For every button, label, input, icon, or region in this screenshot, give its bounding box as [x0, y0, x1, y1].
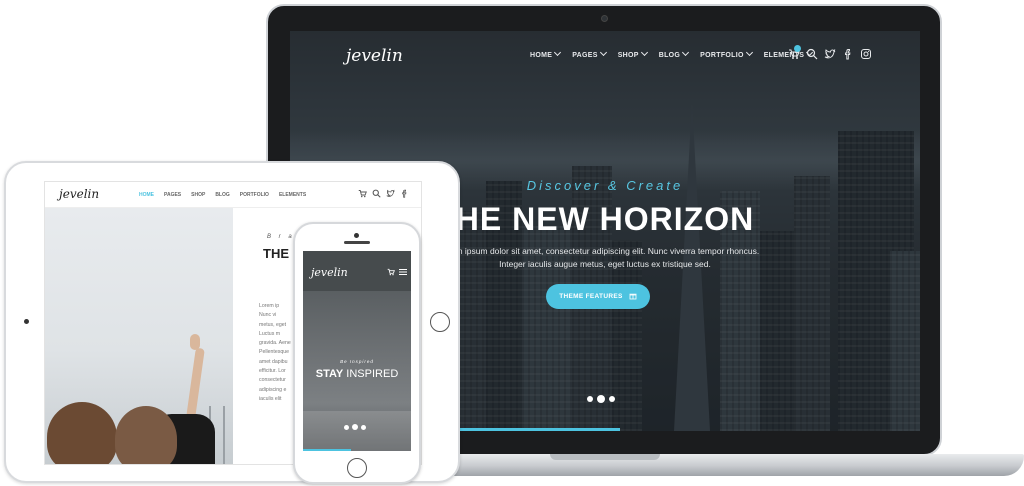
- desk-photo: [303, 411, 411, 451]
- section-paragraph: Lorem ip Nunc vi metus, eget Luctus m gr…: [259, 302, 291, 404]
- paragraph-line: consectetur: [259, 377, 286, 384]
- paragraph-line: iaculis elit: [259, 395, 282, 402]
- phone-navbar: jevelin: [303, 251, 411, 291]
- menu-item-portfolio[interactable]: PORTFOLIO: [700, 48, 753, 59]
- paragraph-line: adipiscing e: [259, 386, 287, 393]
- site-logo[interactable]: jevelin: [346, 46, 403, 66]
- chevron-down-icon: [599, 48, 607, 57]
- title-rest: INSPIRED: [343, 368, 399, 380]
- menu-item-pages[interactable]: PAGES: [572, 48, 607, 59]
- paragraph-line: gravida. Aene: [259, 340, 291, 347]
- slider-dot-active[interactable]: [352, 424, 358, 430]
- laptop-opening-notch: [550, 454, 660, 460]
- menu-item-shop[interactable]: SHOP: [617, 48, 648, 59]
- cart-badge: [794, 45, 801, 52]
- slider-dot[interactable]: [344, 424, 349, 430]
- laptop-camera: [601, 15, 608, 22]
- laptop-navbar: jevelin HOME PAGES SHOP BLOG PORTFOLIO E…: [290, 31, 920, 83]
- girl-hair-right: [115, 406, 177, 464]
- paragraph-line: metus, eget: [259, 321, 287, 328]
- paragraph-line: Nunc vi: [259, 312, 277, 319]
- phone-slider-pagination: [344, 424, 366, 430]
- search-icon[interactable]: [806, 48, 818, 60]
- raised-arm: [186, 347, 205, 419]
- gift-icon: [629, 294, 637, 300]
- facebook-icon[interactable]: [400, 189, 409, 201]
- menu-item-home[interactable]: HOME: [530, 48, 562, 59]
- slider-dot[interactable]: [361, 424, 366, 430]
- phone: jevelin Be Inspired STAY INSPIRED: [293, 222, 421, 484]
- device-mockup-scene: jevelin HOME PAGES SHOP BLOG PORTFOLIO E…: [0, 0, 1024, 486]
- phone-home-button[interactable]: [347, 458, 367, 478]
- menu-label: PAGES: [572, 52, 598, 59]
- cart-icon[interactable]: [358, 189, 367, 201]
- twitter-icon[interactable]: [824, 48, 836, 60]
- tablet-main-menu: HOME PAGES SHOP BLOG PORTFOLIO ELEMENTS: [139, 192, 306, 198]
- search-icon[interactable]: [372, 189, 381, 201]
- laptop-main-menu: HOME PAGES SHOP BLOG PORTFOLIO ELEMENTS: [530, 48, 814, 59]
- site-logo[interactable]: jevelin: [59, 187, 99, 201]
- girl-hair-left: [47, 402, 117, 464]
- phone-speaker: [344, 241, 370, 244]
- chevron-down-icon: [682, 48, 690, 57]
- slider-dot[interactable]: [609, 396, 615, 402]
- theme-features-button[interactable]: THEME FEATURES: [546, 284, 650, 309]
- menu-label: HOME: [530, 52, 553, 59]
- paragraph-line: Lorem ip: [259, 303, 280, 309]
- slider-dot-active[interactable]: [597, 395, 605, 403]
- phone-hero-title: STAY INSPIRED: [303, 368, 411, 380]
- cart-icon[interactable]: [387, 268, 395, 280]
- phone-hero-kicker: Be Inspired: [340, 359, 374, 364]
- slider-pagination: [587, 395, 615, 403]
- menu-label: BLOG: [658, 52, 681, 59]
- hero-photo-girls: [45, 208, 233, 464]
- menu-item-elements[interactable]: ELEMENTS: [279, 192, 306, 198]
- paragraph-line: Pellentesque: [259, 349, 289, 356]
- phone-nav-icons: [387, 268, 407, 280]
- menu-label: SHOP: [617, 52, 639, 59]
- tablet-navbar: jevelin HOME PAGES SHOP BLOG PORTFOLIO E…: [45, 182, 421, 208]
- paragraph-line: amet dapibu: [259, 358, 288, 365]
- laptop-nav-icons: [788, 45, 872, 60]
- phone-camera: [354, 233, 359, 238]
- site-logo[interactable]: jevelin: [311, 266, 348, 279]
- menu-item-shop[interactable]: SHOP: [191, 192, 205, 198]
- facebook-icon[interactable]: [842, 48, 854, 60]
- chevron-down-icon: [554, 48, 562, 57]
- paragraph-line: Luctus m: [259, 330, 281, 337]
- twitter-icon[interactable]: [386, 189, 395, 201]
- menu-item-blog[interactable]: BLOG: [215, 192, 229, 198]
- hamburger-menu-icon[interactable]: [399, 268, 407, 280]
- menu-item-portfolio[interactable]: PORTFOLIO: [240, 192, 269, 198]
- menu-item-home[interactable]: HOME: [139, 192, 154, 198]
- button-label: THEME FEATURES: [559, 293, 623, 300]
- tablet-home-button[interactable]: [430, 312, 450, 332]
- paragraph-line: efficitur. Lor: [259, 368, 286, 375]
- menu-label: PORTFOLIO: [700, 52, 744, 59]
- chevron-down-icon: [745, 48, 753, 57]
- tablet-nav-icons: [358, 189, 409, 201]
- menu-item-blog[interactable]: BLOG: [658, 48, 690, 59]
- phone-slider-progress: [303, 449, 351, 451]
- tablet-camera: [24, 319, 29, 324]
- slider-dot[interactable]: [587, 396, 593, 402]
- cart-icon[interactable]: [788, 45, 801, 60]
- phone-screen: jevelin Be Inspired STAY INSPIRED: [303, 251, 411, 451]
- menu-item-pages[interactable]: PAGES: [164, 192, 181, 198]
- title-bold: STAY: [315, 368, 344, 380]
- chevron-down-icon: [640, 48, 648, 57]
- instagram-icon[interactable]: [860, 48, 872, 60]
- peace-hand: [190, 334, 200, 350]
